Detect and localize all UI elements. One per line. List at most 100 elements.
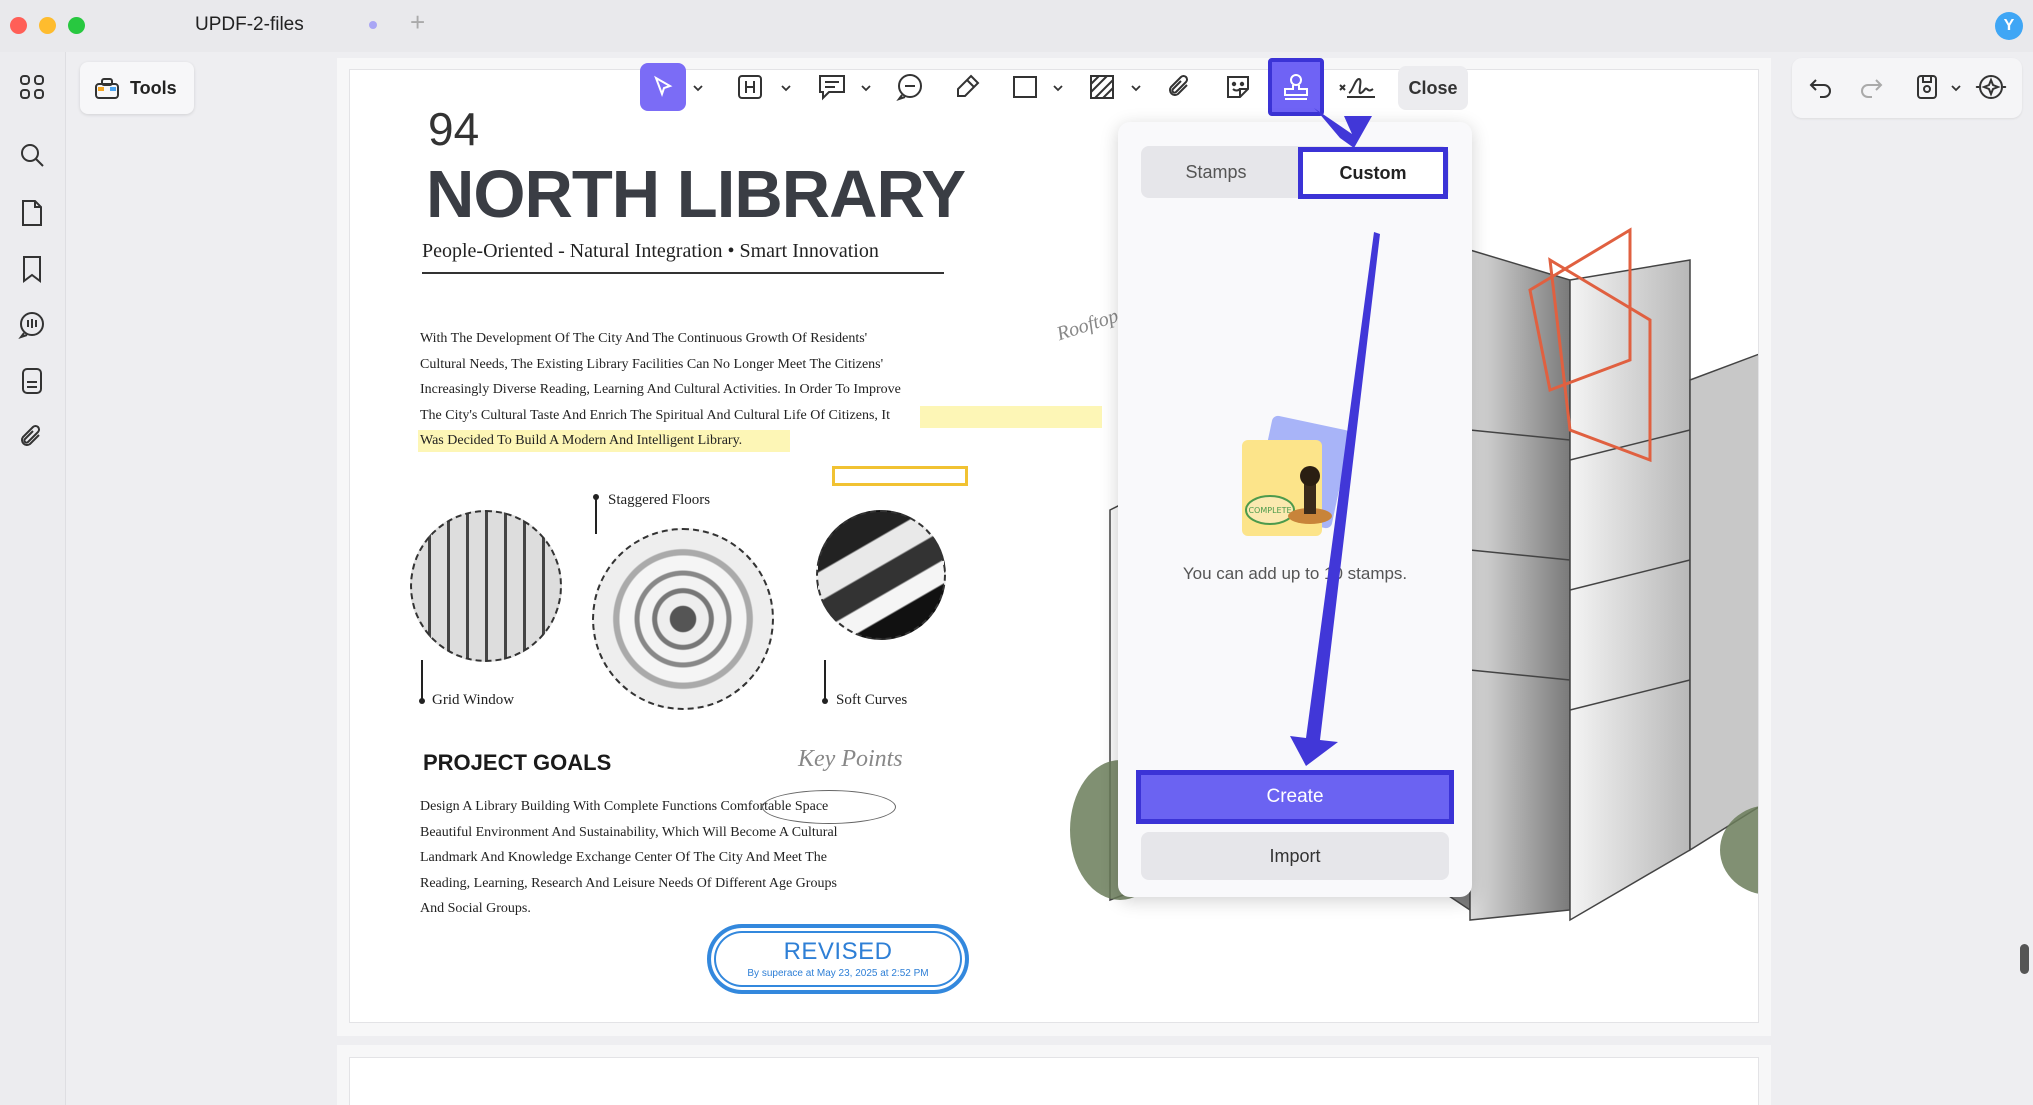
soft-curves-photo [816, 510, 946, 640]
area-tool-button[interactable] [1080, 63, 1124, 111]
text-icon [738, 75, 762, 99]
window-close-button[interactable] [10, 17, 27, 34]
note-tool-button[interactable] [810, 63, 854, 111]
chevron-down-icon[interactable] [1130, 82, 1142, 94]
select-icon [654, 75, 673, 97]
hatch-icon [1090, 75, 1114, 99]
stamp-panel: Stamps Custom COMPLETE You can add up to… [1118, 122, 1472, 897]
title-bar: UPDF-2-files + Y [0, 0, 2033, 52]
redo-button[interactable] [1854, 70, 1888, 104]
key-points-label: Key Points [798, 746, 903, 772]
stamp-title: REVISED [783, 938, 893, 965]
staggered-floors-photo [592, 528, 774, 710]
ai-icon [1975, 75, 2007, 99]
body-line: Was Decided To Build A Modern And Intell… [420, 433, 743, 448]
grid-icon[interactable] [15, 70, 49, 104]
annotation-toolbar [630, 58, 1473, 118]
stamp-tool-button[interactable] [1268, 58, 1324, 116]
attachment-tool-button[interactable] [1158, 63, 1202, 111]
comment-icon[interactable] [15, 308, 49, 342]
window-minimize-button[interactable] [39, 17, 56, 34]
chevron-down-icon[interactable] [860, 82, 872, 94]
unsaved-dot-icon [369, 21, 377, 29]
rectangle-annotation[interactable] [832, 466, 968, 486]
pencil-icon [957, 74, 980, 97]
body-line: Beautiful Environment And Sustainability… [420, 824, 838, 840]
undo-icon [1809, 79, 1831, 98]
caption-grid-window: Grid Window [432, 692, 515, 708]
chevron-down-icon[interactable] [1052, 82, 1064, 94]
import-stamp-button[interactable]: Import [1141, 832, 1449, 880]
goals-paragraph: Design A Library Building With Complete … [420, 794, 940, 922]
attachment-icon [1169, 74, 1189, 96]
stamp-limit-hint: You can add up to 10 stamps. [1182, 564, 1408, 583]
body-line: Landmark And Knowledge Exchange Center O… [420, 850, 827, 865]
illustration-text: COMPLETE [1248, 506, 1291, 515]
caption-leader [824, 660, 826, 702]
pdf-page-next[interactable] [350, 1058, 1758, 1105]
close-toolbar-button[interactable]: Close [1398, 66, 1468, 110]
tab-stamps[interactable]: Stamps [1141, 146, 1291, 198]
tab-custom[interactable]: Custom [1298, 147, 1448, 199]
undo-button[interactable] [1804, 70, 1838, 104]
stamp-icon [1284, 74, 1308, 100]
caption-soft-curves: Soft Curves [836, 692, 908, 708]
window-maximize-button[interactable] [68, 17, 85, 34]
revised-stamp[interactable]: REVISED By superace at May 23, 2025 at 2… [707, 924, 969, 994]
right-toolbar [1792, 58, 2022, 118]
body-line: With The Development Of The City And The… [420, 331, 868, 346]
caption-dot [822, 698, 828, 704]
document-title: NORTH LIBRARY [426, 157, 966, 232]
bookmark-icon[interactable] [15, 252, 49, 286]
body-line: Design A Library Building With Complete … [420, 799, 829, 814]
shape-tool-button[interactable] [1003, 63, 1047, 111]
rectangle-icon [1013, 76, 1037, 98]
caption-leader [595, 498, 597, 534]
page-icon[interactable] [15, 196, 49, 230]
add-tab-button[interactable]: + [410, 9, 425, 35]
chevron-down-icon[interactable] [692, 82, 704, 94]
project-goals-heading: PROJECT GOALS [423, 750, 612, 775]
body-line: The City's Cultural Taste And Enrich The… [420, 407, 890, 423]
pdf-page[interactable]: 94 NORTH LIBRARY People-Oriented - Natur… [350, 70, 1758, 1022]
ai-assistant-button[interactable] [1974, 70, 2008, 104]
user-avatar[interactable]: Y [1995, 12, 2023, 40]
attachment-icon[interactable] [15, 420, 49, 454]
toolbox-icon [94, 76, 120, 100]
document-subtitle: People-Oriented - Natural Integration • … [422, 240, 879, 262]
text-tool-button[interactable] [730, 63, 770, 111]
stamp-subtitle: By superace at May 23, 2025 at 2:52 PM [747, 968, 929, 979]
caption-dot [419, 698, 425, 704]
save-icon [1917, 75, 1937, 99]
save-button[interactable] [1910, 70, 1944, 104]
search-icon[interactable] [15, 138, 49, 172]
comment-icon [896, 74, 922, 101]
sticker-icon [1227, 76, 1249, 98]
body-line: And Social Groups. [420, 901, 531, 916]
caption-leader [421, 660, 423, 702]
pencil-tool-button[interactable] [945, 63, 989, 111]
redo-icon [1861, 79, 1883, 98]
signature-icon [1339, 77, 1375, 98]
body-line: Cultural Needs, The Existing Library Fac… [420, 356, 884, 372]
sticker-tool-button[interactable] [1216, 63, 1260, 111]
form-icon[interactable] [15, 364, 49, 398]
body-line: Increasingly Diverse Reading, Learning A… [420, 382, 901, 397]
chevron-down-icon[interactable] [780, 82, 792, 94]
tools-label: Tools [130, 77, 177, 98]
create-stamp-button[interactable]: Create [1136, 770, 1454, 824]
tools-button[interactable]: Tools [80, 62, 194, 114]
grid-window-photo [410, 510, 562, 662]
intro-paragraph: With The Development Of The City And The… [420, 326, 980, 454]
chevron-down-icon[interactable] [1950, 82, 1962, 94]
scrollbar-thumb[interactable] [2020, 944, 2029, 974]
document-tab[interactable]: UPDF-2-files [195, 14, 304, 36]
body-line: Reading, Learning, Research And Leisure … [420, 875, 837, 891]
signature-tool-button[interactable] [1332, 63, 1382, 111]
page-number: 94 [428, 103, 480, 155]
note-icon [819, 75, 845, 101]
select-tool-button[interactable] [640, 63, 686, 111]
comment-tool-button[interactable] [888, 63, 932, 111]
caption-dot [593, 494, 599, 500]
title-divider [422, 272, 944, 274]
